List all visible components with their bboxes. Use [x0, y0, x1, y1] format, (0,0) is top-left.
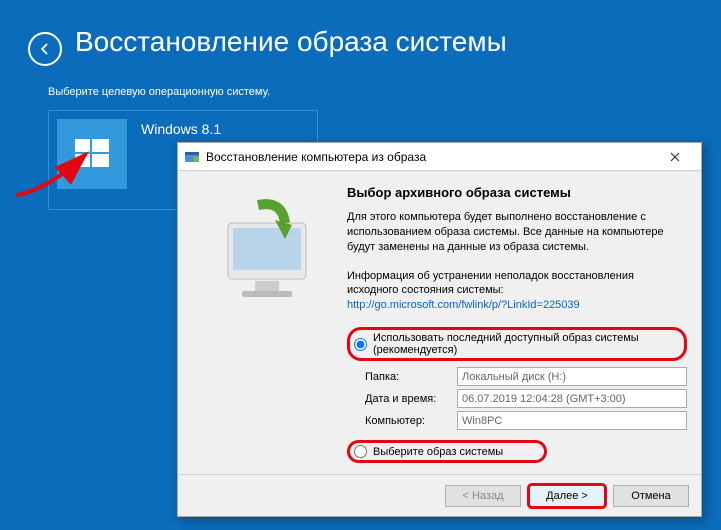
close-icon: [670, 152, 680, 162]
next-button[interactable]: Далее >: [529, 485, 605, 507]
dialog-description: Для этого компьютера будет выполнено вос…: [347, 210, 687, 255]
folder-label: Папка:: [365, 371, 457, 383]
radio-use-latest-input[interactable]: [354, 338, 367, 351]
dialog-illustration: [192, 185, 337, 474]
dialog-heading: Выбор архивного образа системы: [347, 185, 687, 200]
folder-field[interactable]: [457, 367, 687, 386]
page-subtitle: Выберите целевую операционную систему.: [48, 86, 270, 98]
back-button[interactable]: [28, 32, 62, 66]
radio-select-image[interactable]: Выберите образ системы: [347, 440, 547, 463]
dialog-icon: [184, 149, 200, 165]
computer-field[interactable]: [457, 411, 687, 430]
dialog-info-text: Информация об устранении неполадок восст…: [347, 270, 634, 297]
arrow-left-icon: [36, 40, 54, 58]
computer-label: Компьютер:: [365, 415, 457, 427]
radio-use-latest-label: Использовать последний доступный образ с…: [373, 332, 680, 356]
dialog-info: Информация об устранении неполадок восст…: [347, 269, 687, 314]
dialog-info-link[interactable]: http://go.microsoft.com/fwlink/p/?LinkId…: [347, 299, 580, 311]
date-field[interactable]: [457, 389, 687, 408]
radio-use-latest[interactable]: Использовать последний доступный образ с…: [347, 327, 687, 361]
close-button[interactable]: [655, 145, 695, 169]
radio-select-image-label: Выберите образ системы: [373, 446, 503, 458]
dialog-footer: < Назад Далее > Отмена: [178, 474, 701, 516]
windows-logo-icon: [57, 119, 127, 189]
back-button-dialog: < Назад: [445, 485, 521, 507]
page-title: Восстановление образа системы: [75, 26, 507, 58]
date-label: Дата и время:: [365, 393, 457, 405]
radio-select-image-input[interactable]: [354, 445, 367, 458]
dialog-titlebar[interactable]: Восстановление компьютера из образа: [178, 143, 701, 171]
cancel-button[interactable]: Отмена: [613, 485, 689, 507]
dialog-restore-image: Восстановление компьютера из образа Выбо…: [177, 142, 702, 517]
dialog-title: Восстановление компьютера из образа: [206, 150, 655, 164]
os-tile-label: Windows 8.1: [141, 121, 221, 137]
